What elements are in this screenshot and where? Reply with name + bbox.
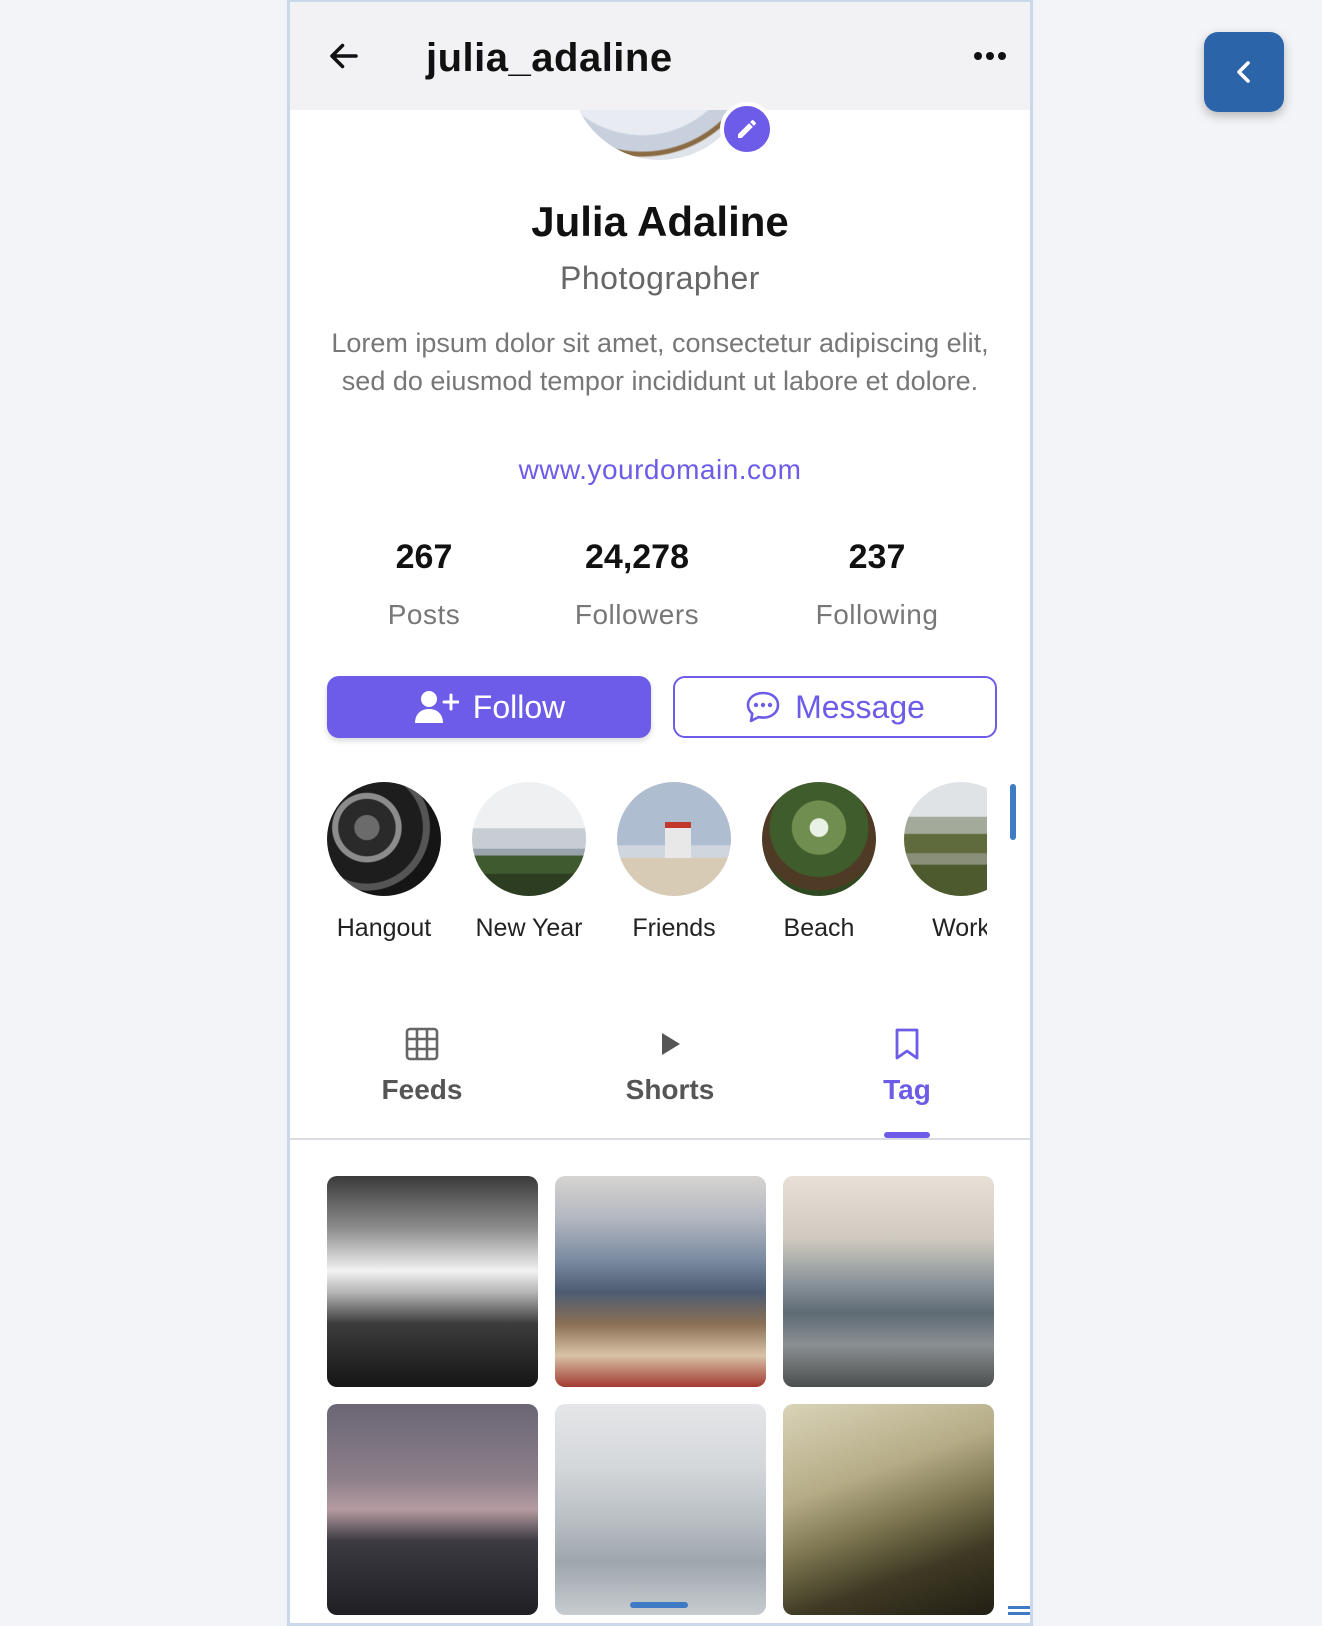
active-tab-indicator	[884, 1132, 930, 1138]
more-horizontal-icon[interactable]	[972, 46, 1008, 66]
edit-avatar-button[interactable]	[720, 102, 774, 156]
profile-screen: 4 julia_adaline Julia Adaline Photograph…	[287, 0, 1033, 1626]
tab-tag[interactable]: Tag	[817, 1024, 997, 1106]
play-icon	[662, 1033, 680, 1055]
message-button-label: Message	[795, 688, 925, 725]
stat-following[interactable]: 237 Following	[777, 538, 977, 631]
grid-photo[interactable]	[555, 1404, 766, 1615]
highlight-friends[interactable]: Friends	[614, 782, 734, 943]
highlight-label: Work	[932, 914, 987, 942]
stat-value: 267	[395, 538, 453, 576]
highlight-thumbnail	[327, 782, 441, 896]
chevron-left-icon	[1237, 61, 1250, 83]
pencil-icon	[738, 119, 756, 138]
arrow-left-icon[interactable]	[326, 38, 362, 74]
stat-posts[interactable]: 267 Posts	[324, 538, 524, 631]
message-button[interactable]: Message	[673, 676, 997, 738]
tab-label: Shorts	[625, 1074, 715, 1105]
story-highlights: Hangout New Year Friends Beach Work	[327, 782, 987, 952]
stat-value: 237	[848, 538, 906, 576]
home-indicator	[630, 1602, 688, 1608]
scroll-handle[interactable]	[1008, 1606, 1030, 1609]
highlights-scrollbar[interactable]	[1010, 784, 1016, 840]
website-link[interactable]: www.yourdomain.com	[290, 454, 1030, 486]
highlight-thumbnail	[617, 782, 731, 896]
tab-shorts[interactable]: Shorts	[580, 1024, 760, 1106]
grid-photo[interactable]	[783, 1176, 994, 1387]
collapse-panel-button[interactable]	[1204, 32, 1284, 112]
stats-row: 267 Posts 24,278 Followers 237 Following	[290, 538, 1030, 631]
highlight-thumbnail	[472, 782, 586, 896]
follow-button[interactable]: Follow	[327, 676, 651, 738]
top-bar: julia_adaline	[290, 2, 1030, 110]
stat-label: Followers	[574, 599, 700, 630]
follow-button-label: Follow	[472, 688, 566, 725]
tab-label: Feeds	[381, 1074, 463, 1105]
page-title: julia_adaline	[426, 36, 673, 80]
highlight-label: Friends	[632, 914, 716, 942]
tab-feeds[interactable]: Feeds	[332, 1024, 512, 1106]
highlight-hangout[interactable]: Hangout	[327, 782, 444, 943]
grid-photo[interactable]	[327, 1404, 538, 1615]
stat-value: 24,278	[585, 538, 689, 576]
stat-followers[interactable]: 24,278 Followers	[537, 538, 737, 631]
grid-icon	[405, 1027, 439, 1061]
highlight-thumbnail	[762, 782, 876, 896]
chat-bubble-icon	[746, 691, 780, 723]
profile-name: Julia Adaline	[531, 198, 789, 245]
grid-photo[interactable]	[783, 1404, 994, 1615]
stat-label: Following	[815, 599, 939, 630]
profile-bio: Lorem ipsum dolor sit amet, consectetur …	[331, 328, 989, 396]
highlight-label: New Year	[475, 914, 583, 942]
grid-photo[interactable]	[555, 1176, 766, 1387]
grid-photo[interactable]	[327, 1176, 538, 1387]
highlight-new-year[interactable]: New Year	[469, 782, 589, 943]
stat-label: Posts	[387, 599, 461, 630]
highlight-thumbnail	[904, 782, 987, 896]
highlight-beach[interactable]: Beach	[759, 782, 879, 943]
highlight-label: Hangout	[336, 914, 432, 942]
profile-profession: Photographer	[560, 260, 760, 296]
content-tabs: Feeds Shorts Tag	[290, 1024, 1030, 1140]
tab-label: Tag	[883, 1074, 931, 1105]
highlight-work[interactable]: Work	[901, 782, 987, 943]
bookmark-icon	[895, 1028, 919, 1060]
highlight-label: Beach	[783, 914, 855, 942]
add-user-icon	[414, 691, 459, 723]
